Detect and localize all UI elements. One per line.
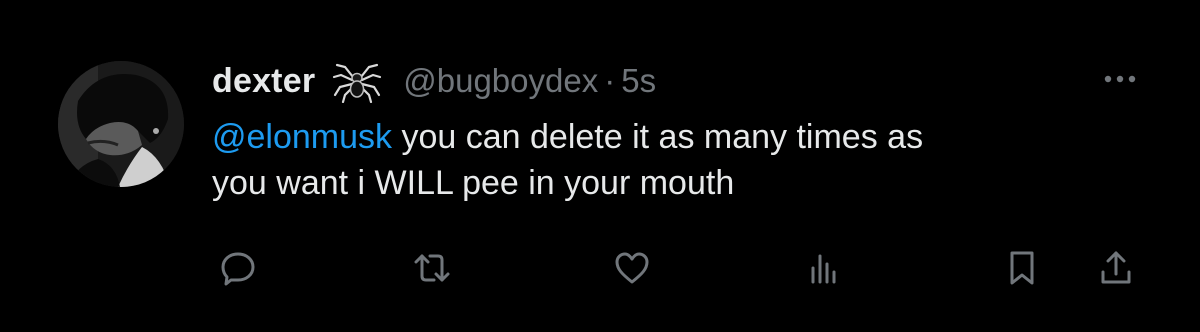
views-button[interactable] [800, 246, 848, 290]
like-button[interactable] [608, 246, 656, 290]
tweet[interactable]: dexter @bugboydex · 5s @elonmusk you can… [0, 0, 1200, 332]
views-icon [811, 254, 836, 284]
reply-icon [221, 252, 255, 286]
tweet-header: dexter @bugboydex · 5s [212, 58, 656, 104]
action-bar [0, 246, 1200, 290]
avatar-image [58, 61, 184, 187]
share-icon [1101, 251, 1131, 284]
spider-icon [329, 58, 385, 104]
more-options-button[interactable] [1098, 64, 1142, 94]
repost-button[interactable] [408, 246, 456, 290]
tweet-text: @elonmusk you can delete it as many time… [212, 114, 1172, 206]
ellipsis-icon [1104, 75, 1136, 83]
reply-button[interactable] [214, 246, 262, 290]
mention-link[interactable]: @elonmusk [212, 118, 392, 156]
display-name[interactable]: dexter [212, 62, 315, 101]
repost-icon [414, 254, 450, 282]
tweet-text-line2: you want i WILL pee in your mouth [212, 164, 735, 202]
bookmark-button[interactable] [998, 246, 1046, 290]
share-button[interactable] [1092, 246, 1140, 290]
heart-icon [615, 252, 649, 284]
bookmark-icon [1010, 251, 1034, 285]
tweet-text-line1: you can delete it as many times as [392, 118, 924, 156]
user-handle[interactable]: @bugboydex [403, 62, 598, 100]
user-avatar[interactable] [58, 61, 184, 187]
timestamp[interactable]: 5s [621, 62, 656, 100]
separator-dot: · [604, 62, 616, 99]
